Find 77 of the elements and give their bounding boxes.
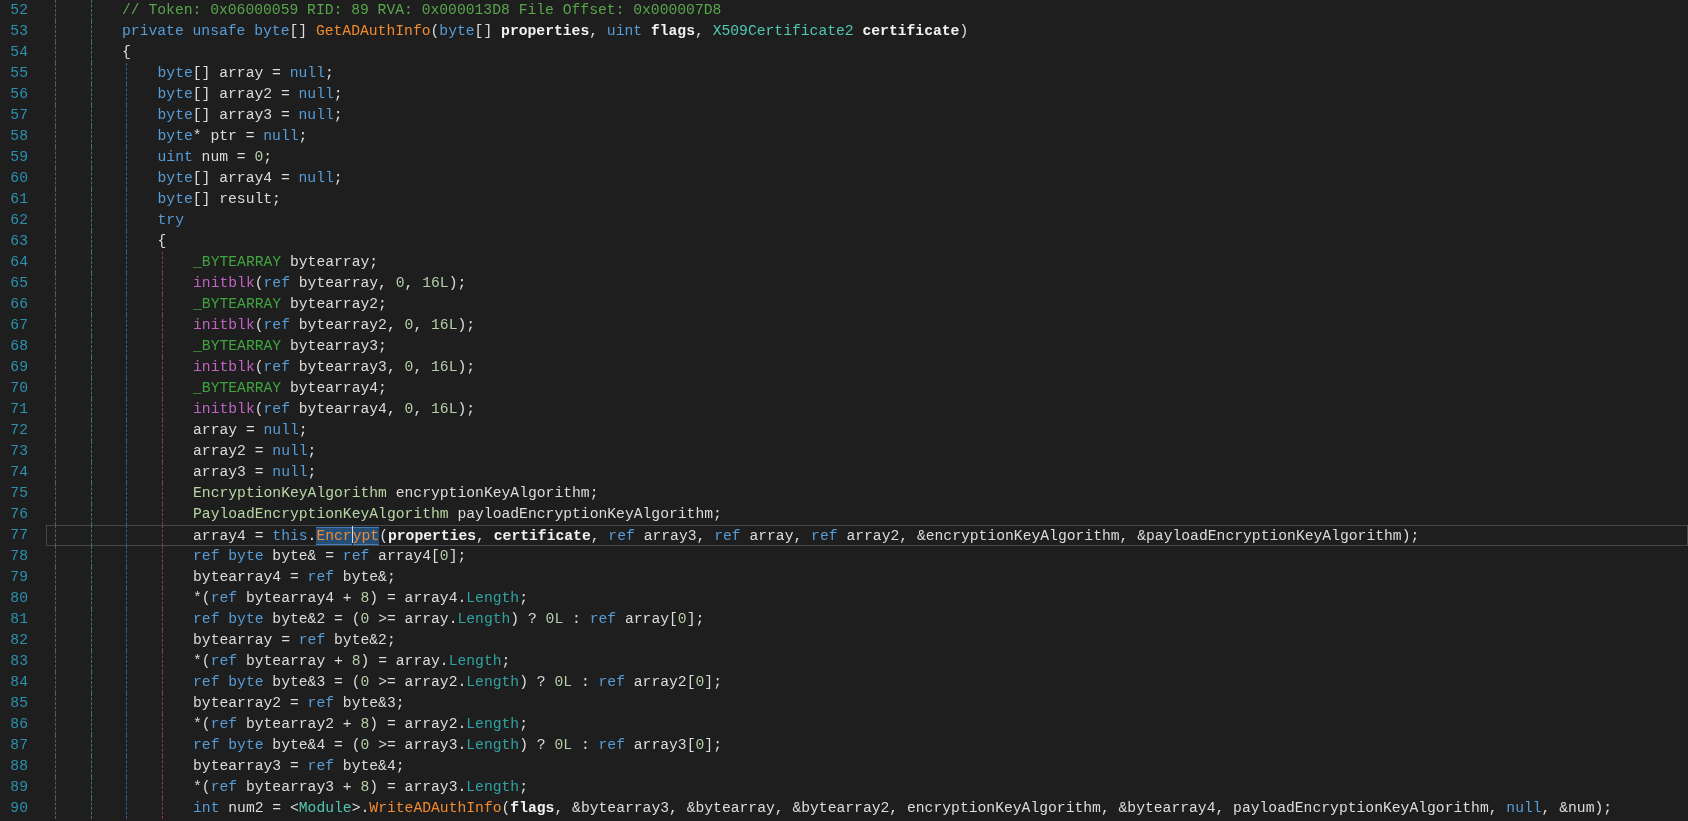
line-number: 61 bbox=[9, 190, 28, 209]
code-line: *(ref bytearray2 + 8) = array2.Length; bbox=[46, 714, 1688, 735]
line-number: 55 bbox=[9, 64, 28, 83]
line-number: 53 bbox=[9, 22, 28, 41]
line-number: 66 bbox=[9, 295, 28, 314]
code-line: array3 = null; bbox=[46, 462, 1688, 483]
code-line: byte* ptr = null; bbox=[46, 126, 1688, 147]
line-number: 89 bbox=[9, 778, 28, 797]
line-number: 90 bbox=[9, 799, 28, 818]
code-line: *(ref bytearray4 + 8) = array4.Length; bbox=[46, 588, 1688, 609]
code-line: byte[] array2 = null; bbox=[46, 84, 1688, 105]
line-number: 76 bbox=[9, 505, 28, 524]
code-line: bytearray3 = ref byte&4; bbox=[46, 756, 1688, 777]
code-line: int num2 = <Module>.WriteADAuthInfo(flags, &bytearray3, &bytearray, &bytearray2, encryptionKeyAlgorithm, &bytearray4, payloadEncryptionKeyAlgorithm, null, &num); bbox=[46, 798, 1688, 819]
code-line: bytearray2 = ref byte&3; bbox=[46, 693, 1688, 714]
line-number: 67 bbox=[9, 316, 28, 335]
line-number: 65 bbox=[9, 274, 28, 293]
code-line: _BYTEARRAY bytearray3; bbox=[46, 336, 1688, 357]
code-line: { bbox=[46, 231, 1688, 252]
line-number: 52 bbox=[9, 1, 28, 20]
line-number: 56 bbox=[9, 85, 28, 104]
code-line: { bbox=[46, 42, 1688, 63]
line-number: 68 bbox=[9, 337, 28, 356]
line-number: 85 bbox=[9, 694, 28, 713]
code-line: ref byte byte&4 = (0 >= array3.Length) ? 0L : ref array3[0]; bbox=[46, 735, 1688, 756]
line-number: 58 bbox=[9, 127, 28, 146]
line-number: 54 bbox=[9, 43, 28, 62]
line-number: 71 bbox=[9, 400, 28, 419]
line-number: 84 bbox=[9, 673, 28, 692]
line-number: 72 bbox=[9, 421, 28, 440]
code-line: byte[] array = null; bbox=[46, 63, 1688, 84]
line-number: 62 bbox=[9, 211, 28, 230]
line-number: 78 bbox=[9, 547, 28, 566]
line-number: 64 bbox=[9, 253, 28, 272]
code-line: array = null; bbox=[46, 420, 1688, 441]
line-number: 77 bbox=[9, 526, 28, 545]
code-line: *(ref bytearray + 8) = array.Length; bbox=[46, 651, 1688, 672]
code-line: uint num = 0; bbox=[46, 147, 1688, 168]
code-line: ref byte byte&3 = (0 >= array2.Length) ? 0L : ref array2[0]; bbox=[46, 672, 1688, 693]
line-number: 57 bbox=[9, 106, 28, 125]
code-line: EncryptionKeyAlgorithm encryptionKeyAlgorithm; bbox=[46, 483, 1688, 504]
code-line: byte[] result; bbox=[46, 189, 1688, 210]
code-line: bytearray = ref byte&2; bbox=[46, 630, 1688, 651]
line-number: 63 bbox=[9, 232, 28, 251]
code-line: *(ref bytearray3 + 8) = array3.Length; bbox=[46, 777, 1688, 798]
code-line: ref byte byte& = ref array4[0]; bbox=[46, 546, 1688, 567]
code-line: ref byte byte&2 = (0 >= array.Length) ? 0L : ref array[0]; bbox=[46, 609, 1688, 630]
line-number: 74 bbox=[9, 463, 28, 482]
line-number: 79 bbox=[9, 568, 28, 587]
line-number: 69 bbox=[9, 358, 28, 377]
code-line: bytearray4 = ref byte&; bbox=[46, 567, 1688, 588]
code-line: _BYTEARRAY bytearray2; bbox=[46, 294, 1688, 315]
line-number: 80 bbox=[9, 589, 28, 608]
code-line: private unsafe byte[] GetADAuthInfo(byte[] properties, uint flags, X509Certificate2 certificate) bbox=[46, 21, 1688, 42]
line-number: 59 bbox=[9, 148, 28, 167]
line-number: 81 bbox=[9, 610, 28, 629]
line-number: 87 bbox=[9, 736, 28, 755]
code-line: initblk(ref bytearray4, 0, 16L); bbox=[46, 399, 1688, 420]
code-line: initblk(ref bytearray, 0, 16L); bbox=[46, 273, 1688, 294]
code-line: initblk(ref bytearray2, 0, 16L); bbox=[46, 315, 1688, 336]
line-number: 83 bbox=[9, 652, 28, 671]
code-line: byte[] array4 = null; bbox=[46, 168, 1688, 189]
code-line: try bbox=[46, 210, 1688, 231]
code-line: _BYTEARRAY bytearray4; bbox=[46, 378, 1688, 399]
line-number: 73 bbox=[9, 442, 28, 461]
line-number: 82 bbox=[9, 631, 28, 650]
code-line: byte[] array3 = null; bbox=[46, 105, 1688, 126]
line-number: 88 bbox=[9, 757, 28, 776]
code-line: _BYTEARRAY bytearray; bbox=[46, 252, 1688, 273]
code-line: array2 = null; bbox=[46, 441, 1688, 462]
code-line: // Token: 0x06000059 RID: 89 RVA: 0x000013D8 File Offset: 0x000007D8 bbox=[46, 0, 1688, 21]
line-number: 70 bbox=[9, 379, 28, 398]
code-line: PayloadEncryptionKeyAlgorithm payloadEncryptionKeyAlgorithm; bbox=[46, 504, 1688, 525]
line-number: 60 bbox=[9, 169, 28, 188]
code-line: initblk(ref bytearray3, 0, 16L); bbox=[46, 357, 1688, 378]
line-number: 75 bbox=[9, 484, 28, 503]
line-number: 86 bbox=[9, 715, 28, 734]
